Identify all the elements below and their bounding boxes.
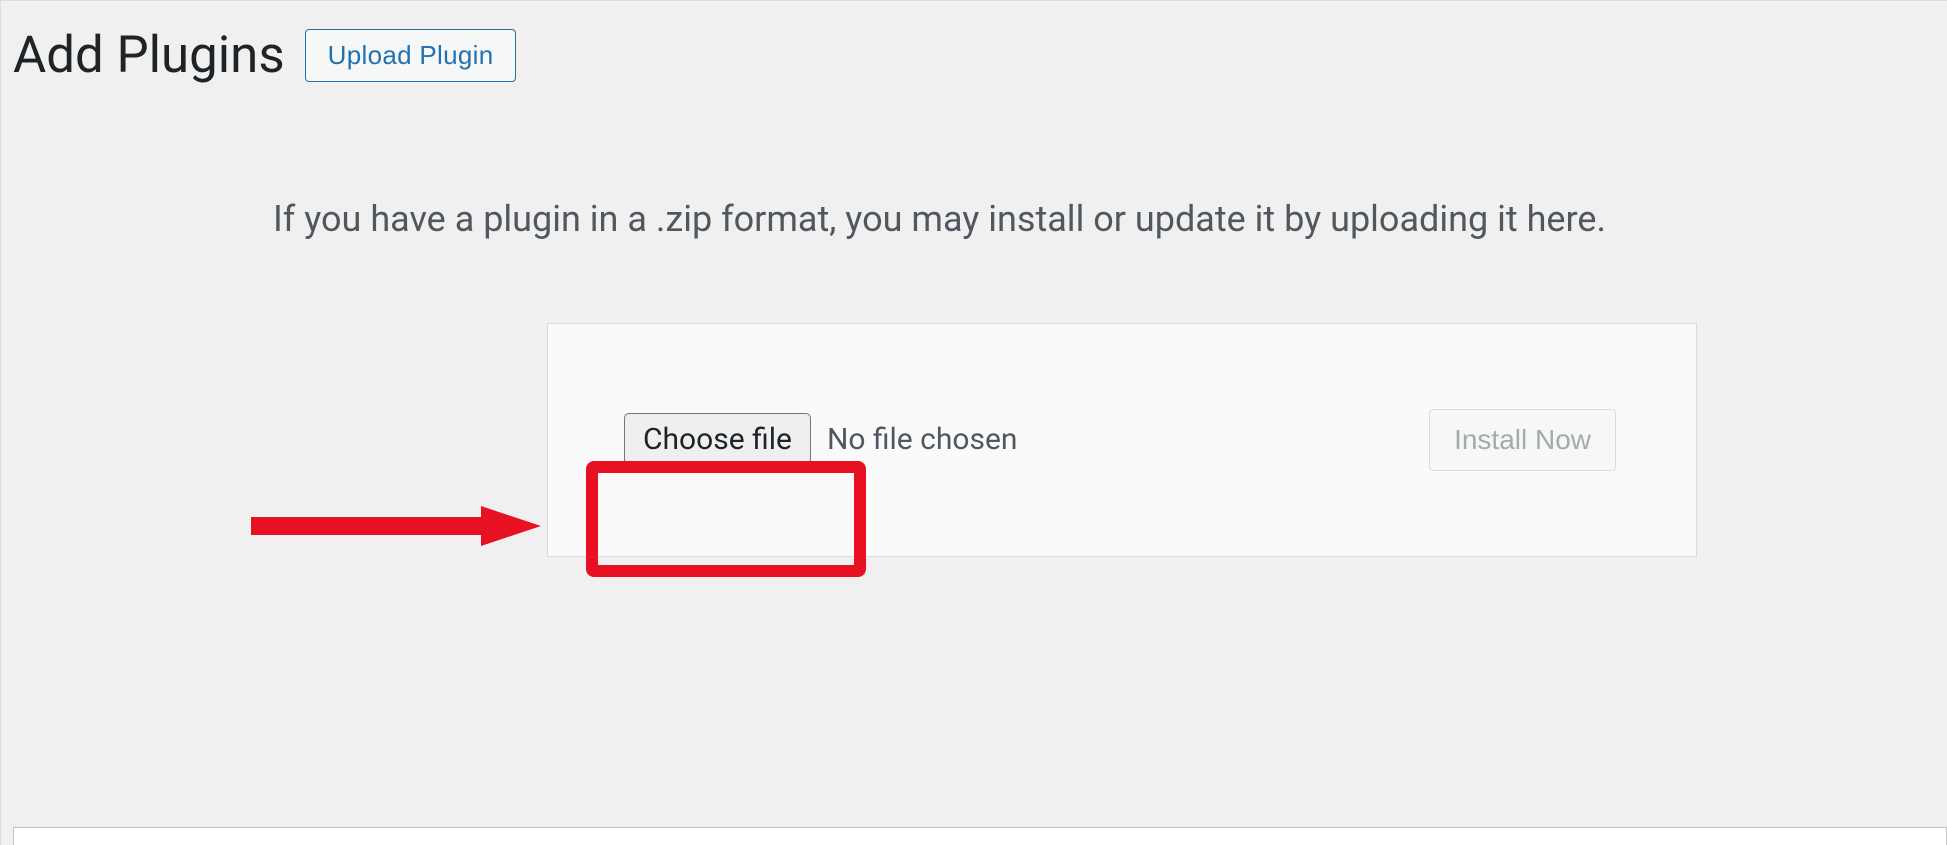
add-plugins-page: Add Plugins Upload Plugin If you have a … xyxy=(0,0,1947,845)
file-status-text: No file chosen xyxy=(827,422,1018,457)
choose-file-button[interactable]: Choose file xyxy=(624,413,811,466)
upload-instruction-text: If you have a plugin in a .zip format, y… xyxy=(273,196,1935,243)
upload-form-box: Choose file No file chosen Install Now xyxy=(547,323,1697,557)
upload-plugin-button[interactable]: Upload Plugin xyxy=(305,29,517,82)
file-input-group: Choose file No file chosen xyxy=(624,413,1017,466)
annotation-arrow xyxy=(251,501,551,555)
page-title: Add Plugins xyxy=(13,25,285,86)
install-now-button[interactable]: Install Now xyxy=(1429,409,1616,471)
arrow-icon xyxy=(251,501,551,551)
page-header: Add Plugins Upload Plugin xyxy=(13,25,1935,86)
bottom-panel xyxy=(13,827,1947,845)
